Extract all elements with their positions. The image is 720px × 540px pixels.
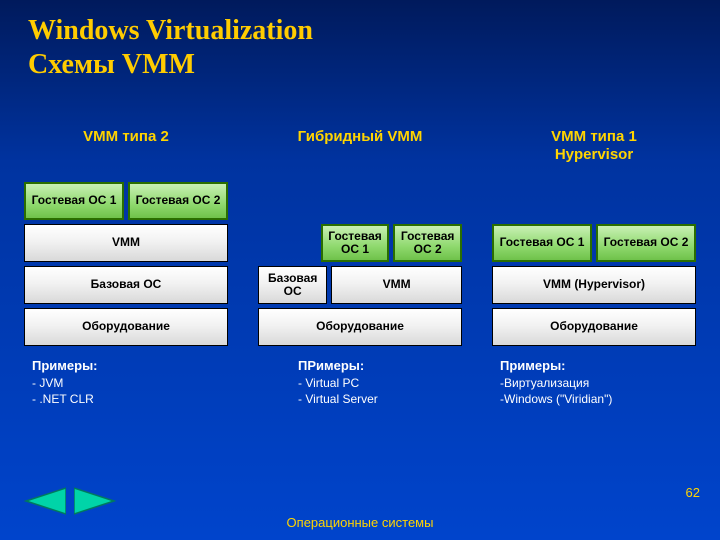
hardware-box: Оборудование <box>258 308 462 346</box>
example-item: - Virtual Server <box>298 391 462 407</box>
hardware-box: Оборудование <box>24 308 228 346</box>
diagram-columns: VMM типа 2 Гостевая ОС 1 Гостевая ОС 2 V… <box>24 128 696 407</box>
page-number: 62 <box>686 485 700 500</box>
hardware-box: Оборудование <box>492 308 696 346</box>
guest-os-2: Гостевая ОС 2 <box>596 224 696 262</box>
example-item: -Windows ("Viridian") <box>500 391 696 407</box>
title-line1: Windows Virtualization <box>28 15 313 46</box>
col-heading: Гибридный VMM <box>258 128 462 164</box>
next-arrow-icon[interactable] <box>74 486 116 516</box>
guest-os-1: Гостевая ОС 1 <box>24 182 124 220</box>
examples-heading: Примеры: <box>32 358 228 373</box>
prev-arrow-icon[interactable] <box>24 486 66 516</box>
host-vmm-row: Базовая ОС VMM <box>258 266 462 304</box>
guest-row: Гостевая ОС 1 Гостевая ОС 2 <box>24 182 228 220</box>
example-item: - .NET CLR <box>32 391 228 407</box>
vmm-box: VMM <box>24 224 228 262</box>
guest-os-2: Гостевая ОС 2 <box>128 182 228 220</box>
host-os-box: Базовая ОС <box>258 266 327 304</box>
example-item: - Virtual PC <box>298 375 462 391</box>
guest-row: Гостевая ОС 1 Гостевая ОС 2 <box>492 224 696 262</box>
example-item: - JVM <box>32 375 228 391</box>
col-type1: VMM типа 1 Hypervisor Гостевая ОС 1 Гост… <box>492 128 696 407</box>
footer-text: Операционные системы <box>0 515 720 530</box>
vmm-hypervisor-box: VMM (Hypervisor) <box>492 266 696 304</box>
guest-os-2: Гостевая ОС 2 <box>393 224 462 262</box>
example-item: -Виртуализация <box>500 375 696 391</box>
guest-os-1: Гостевая ОС 1 <box>321 224 390 262</box>
page-title: Windows Virtualization Схемы VMM <box>0 0 720 81</box>
examples-heading: ПРимеры: <box>298 358 462 373</box>
nav-buttons <box>24 486 116 516</box>
guest-row: Гостевая ОС 1 Гостевая ОС 2 <box>258 224 462 262</box>
examples: Примеры: -Виртуализация -Windows ("Virid… <box>492 358 696 407</box>
spacer <box>258 182 462 220</box>
empty-slot <box>258 224 317 262</box>
spacer <box>492 182 696 220</box>
col-heading: VMM типа 2 <box>24 128 228 164</box>
vmm-box: VMM <box>331 266 462 304</box>
col-heading: VMM типа 1 Hypervisor <box>492 128 696 164</box>
host-os-box: Базовая ОС <box>24 266 228 304</box>
col-type2: VMM типа 2 Гостевая ОС 1 Гостевая ОС 2 V… <box>24 128 228 407</box>
examples: Примеры: - JVM - .NET CLR <box>24 358 228 407</box>
title-line2: Схемы VMM <box>28 48 720 82</box>
examples: ПРимеры: - Virtual PC - Virtual Server <box>258 358 462 407</box>
col-hybrid: Гибридный VMM Гостевая ОС 1 Гостевая ОС … <box>258 128 462 407</box>
guest-os-1: Гостевая ОС 1 <box>492 224 592 262</box>
examples-heading: Примеры: <box>500 358 696 373</box>
